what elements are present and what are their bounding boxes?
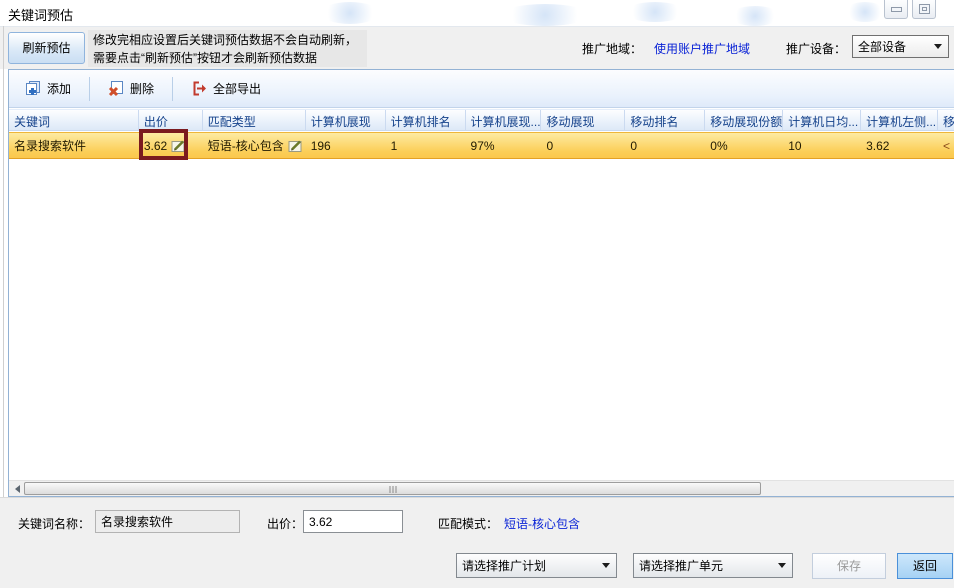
delete-keyword-button[interactable]: 删除 — [98, 75, 164, 103]
edit-match-type-icon[interactable] — [288, 139, 303, 153]
cell-pc-left: 3.62 — [861, 133, 938, 158]
bid-label: 出价： — [267, 515, 303, 532]
background-artifact — [625, 2, 685, 22]
column-header-clipped[interactable]: 移 — [938, 110, 954, 130]
title-bar: 关键词预估 — [0, 0, 954, 26]
chevron-down-icon — [934, 44, 942, 49]
cell-pc-impressions: 196 — [306, 133, 386, 158]
column-header-pc-daily[interactable]: 计算机日均... — [783, 110, 861, 130]
unit-dropdown[interactable]: 请选择推广单元 — [633, 553, 793, 578]
bottom-panel: 关键词名称： 出价： 匹配模式： 短语-核心包含 请选择推广计划 请选择推广单元… — [0, 497, 954, 588]
cell-keyword: 名录搜索软件 — [9, 133, 139, 158]
export-all-button[interactable]: 全部导出 — [181, 75, 271, 103]
plan-dropdown[interactable]: 请选择推广计划 — [456, 553, 617, 578]
maximize-button[interactable] — [912, 0, 936, 19]
unit-dropdown-value: 请选择推广单元 — [634, 557, 778, 574]
add-icon — [25, 80, 42, 97]
back-button[interactable]: 返回 — [897, 553, 953, 579]
page-title: 关键词预估 — [8, 5, 73, 24]
grid-empty-body — [9, 160, 954, 480]
device-dropdown[interactable]: 全部设备 — [852, 35, 949, 58]
column-header-keyword[interactable]: 关键词 — [9, 110, 139, 130]
scroll-left-icon — [15, 485, 20, 493]
keyword-name-label: 关键词名称： — [18, 515, 90, 532]
column-header-pc-impressions[interactable]: 计算机展现 — [306, 110, 386, 130]
add-label: 添加 — [47, 80, 71, 97]
toolbar-separator — [172, 77, 173, 101]
delete-icon — [108, 80, 125, 97]
region-label: 推广地域： — [582, 40, 642, 57]
background-artifact — [730, 6, 780, 26]
column-header-match-type[interactable]: 匹配类型 — [203, 110, 306, 130]
notice-line-1: 修改完相应设置后关键词预估数据不会自动刷新， — [93, 31, 362, 49]
grid-toolbar: 添加 删除 全部导出 — [9, 70, 954, 108]
column-header-pc-rank[interactable]: 计算机排名 — [386, 110, 466, 130]
keyword-name-input[interactable] — [95, 510, 240, 533]
toolbar-separator — [89, 77, 90, 101]
column-header-pc-left[interactable]: 计算机左侧... — [861, 110, 938, 130]
background-artifact — [320, 2, 380, 24]
region-link[interactable]: 使用账户推广地域 — [654, 40, 750, 57]
column-header-mobile-share[interactable]: 移动展现份额 — [705, 110, 783, 130]
device-label: 推广设备： — [786, 40, 846, 57]
minimize-icon — [891, 7, 902, 12]
column-header-bid[interactable]: 出价 — [139, 110, 203, 130]
cell-pc-share: 97% — [466, 133, 542, 158]
scrollbar-thumb[interactable] — [24, 482, 761, 495]
scroll-left-button[interactable] — [10, 482, 24, 496]
column-header-pc-share[interactable]: 计算机展现... — [466, 110, 542, 130]
cell-mobile-share: 0% — [705, 133, 783, 158]
delete-label: 删除 — [130, 80, 154, 97]
chevron-down-icon — [602, 563, 610, 568]
device-dropdown-value: 全部设备 — [853, 38, 934, 55]
save-button[interactable]: 保存 — [812, 553, 886, 579]
refresh-notice-text: 修改完相应设置后关键词预估数据不会自动刷新， 需要点击“刷新预估”按钮才会刷新预… — [88, 30, 367, 67]
export-icon — [191, 80, 208, 97]
cell-pc-daily: 10 — [783, 133, 861, 158]
plan-dropdown-value: 请选择推广计划 — [457, 557, 602, 574]
keyword-estimate-window: 关键词预估 刷新预估 修改完相应设置后关键词预估数据不会自动刷新， 需要点击“刷… — [0, 0, 954, 588]
column-header-mobile-rank[interactable]: 移动排名 — [625, 110, 705, 130]
keyword-table-row[interactable]: 名录搜索软件 3.62 短语-核心包含 196 1 97% — [9, 132, 954, 159]
refresh-estimate-button[interactable]: 刷新预估 — [8, 32, 85, 64]
match-mode-label: 匹配模式： — [438, 515, 498, 532]
match-mode-link[interactable]: 短语-核心包含 — [504, 515, 580, 532]
cell-match-type: 短语-核心包含 — [203, 133, 306, 158]
background-artifact — [845, 2, 885, 22]
cell-mobile-impressions: 0 — [541, 133, 625, 158]
column-header-mobile-impressions[interactable]: 移动展现 — [541, 110, 625, 130]
grid-header-row: 关键词 出价 匹配类型 计算机展现 计算机排名 计算机展现... 移动展现 移动… — [9, 109, 954, 131]
cell-clipped: < — [938, 133, 954, 158]
background-artifact — [500, 4, 590, 26]
notice-line-2: 需要点击“刷新预估”按钮才会刷新预估数据 — [93, 49, 362, 67]
keyword-grid-panel: 添加 删除 全部导出 关键词 出价 — [8, 69, 954, 497]
maximize-icon — [919, 4, 930, 14]
cell-mobile-rank: 0 — [625, 133, 705, 158]
export-label: 全部导出 — [213, 80, 261, 97]
add-keyword-button[interactable]: 添加 — [15, 75, 81, 103]
cell-pc-rank: 1 — [386, 133, 466, 158]
top-toolbar: 刷新预估 修改完相应设置后关键词预估数据不会自动刷新， 需要点击“刷新预估”按钮… — [0, 26, 954, 69]
bid-input[interactable] — [303, 510, 403, 533]
horizontal-scrollbar[interactable] — [9, 480, 954, 496]
edit-bid-icon[interactable] — [171, 139, 186, 153]
cell-bid: 3.62 — [139, 133, 203, 158]
chevron-down-icon — [778, 563, 786, 568]
minimize-button[interactable] — [884, 0, 908, 19]
scrollbar-grip-icon — [389, 486, 396, 493]
